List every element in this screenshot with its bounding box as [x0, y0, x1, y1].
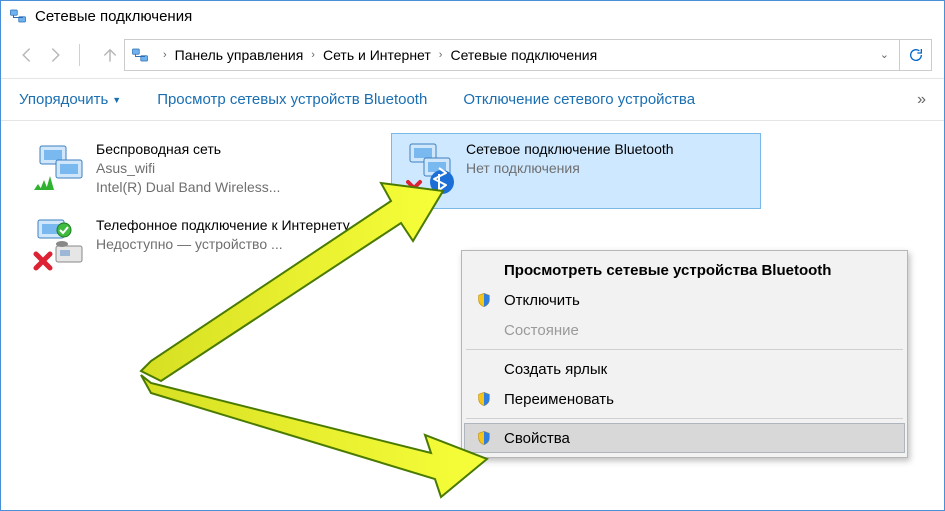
toolbar-overflow-button[interactable]: »	[917, 91, 926, 109]
ctx-label: Состояние	[504, 322, 579, 339]
titlebar: Сетевые подключения	[1, 1, 944, 31]
menu-separator	[466, 418, 903, 419]
ctx-label: Просмотреть сетевые устройства Bluetooth	[504, 262, 831, 279]
view-bt-label: Просмотр сетевых устройств Bluetooth	[157, 91, 427, 108]
blank-icon	[474, 359, 494, 379]
chevron-right-icon[interactable]: ›	[431, 49, 451, 61]
shield-icon	[474, 428, 494, 448]
breadcrumb-segment[interactable]: Сетевые подключения	[450, 47, 597, 63]
toolbar: Упорядочить ▼ Просмотр сетевых устройств…	[1, 79, 944, 121]
connection-item-wireless[interactable]: Беспроводная сеть Asus_wifi Intel(R) Dua…	[21, 133, 391, 209]
ctx-label: Отключить	[504, 292, 580, 309]
chevron-right-icon[interactable]: ›	[155, 49, 175, 61]
connection-item-bluetooth[interactable]: Сетевое подключение Bluetooth Нет подклю…	[391, 133, 761, 209]
connection-status: Asus_wifi	[96, 159, 280, 178]
ctx-rename[interactable]: Переименовать	[464, 384, 905, 414]
up-button[interactable]	[96, 41, 124, 69]
ctx-label: Свойства	[504, 430, 570, 447]
bluetooth-adapter-icon	[400, 140, 456, 196]
ctx-label: Создать ярлык	[504, 361, 607, 378]
window: Сетевые подключения › Панель управления …	[0, 0, 945, 511]
connection-name: Телефонное подключение к Интернету	[96, 216, 350, 235]
blank-icon	[474, 260, 494, 280]
connection-item-dialup[interactable]: Телефонное подключение к Интернету Недос…	[21, 209, 391, 285]
chevron-down-icon[interactable]: ⌄	[876, 48, 893, 61]
ctx-properties[interactable]: Свойства	[464, 423, 905, 453]
ctx-create-shortcut[interactable]: Создать ярлык	[464, 354, 905, 384]
divider	[79, 44, 80, 66]
disable-label: Отключение сетевого устройства	[463, 91, 695, 108]
menu-separator	[466, 349, 903, 350]
context-menu: Просмотреть сетевые устройства Bluetooth…	[461, 250, 908, 458]
connection-device: Intel(R) Dual Band Wireless...	[96, 178, 280, 197]
dialup-adapter-icon	[30, 216, 86, 272]
network-connections-icon	[9, 7, 27, 25]
breadcrumb-icon	[131, 46, 149, 64]
breadcrumb-segment[interactable]: Панель управления	[175, 47, 304, 63]
breadcrumb-segment[interactable]: Сеть и Интернет	[323, 47, 431, 63]
shield-icon	[474, 290, 494, 310]
organize-label: Упорядочить	[19, 91, 108, 108]
connection-status: Нет подключения	[466, 159, 674, 178]
ctx-status: Состояние	[464, 315, 905, 345]
chevron-right-icon[interactable]: ›	[303, 49, 323, 61]
view-bluetooth-devices-button[interactable]: Просмотр сетевых устройств Bluetooth	[157, 91, 427, 108]
connection-status: Недоступно — устройство ...	[96, 235, 350, 254]
disable-device-button[interactable]: Отключение сетевого устройства	[463, 91, 695, 108]
navbar: › Панель управления › Сеть и Интернет › …	[1, 31, 944, 79]
ctx-view-bt-devices[interactable]: Просмотреть сетевые устройства Bluetooth	[464, 255, 905, 285]
back-button[interactable]	[13, 41, 41, 69]
connection-name: Сетевое подключение Bluetooth	[466, 140, 674, 159]
ctx-disable[interactable]: Отключить	[464, 285, 905, 315]
forward-button[interactable]	[41, 41, 69, 69]
connection-name: Беспроводная сеть	[96, 140, 280, 159]
wireless-adapter-icon	[30, 140, 86, 196]
blank-icon	[474, 320, 494, 340]
breadcrumb[interactable]: › Панель управления › Сеть и Интернет › …	[124, 39, 900, 71]
dropdown-triangle-icon: ▼	[112, 95, 121, 105]
shield-icon	[474, 389, 494, 409]
ctx-label: Переименовать	[504, 391, 614, 408]
refresh-button[interactable]	[900, 39, 932, 71]
window-title: Сетевые подключения	[35, 8, 192, 25]
organize-menu[interactable]: Упорядочить ▼	[19, 91, 121, 108]
